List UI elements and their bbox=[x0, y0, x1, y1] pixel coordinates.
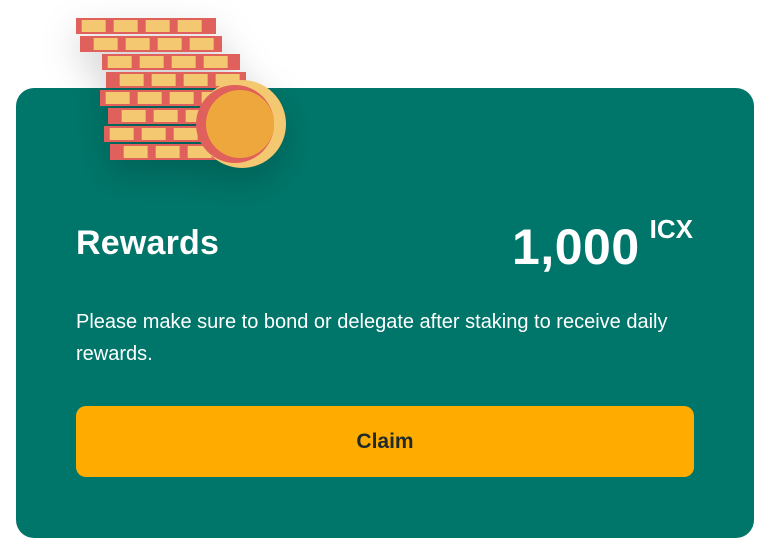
rewards-title: Rewards bbox=[76, 224, 220, 262]
reward-amount-value: 1,000 bbox=[512, 219, 640, 275]
reward-amount-unit: ICX bbox=[649, 214, 693, 244]
coin-stack-icon bbox=[76, 18, 286, 168]
claim-button[interactable]: Claim bbox=[76, 406, 694, 477]
rewards-description: Please make sure to bond or delegate aft… bbox=[76, 311, 668, 365]
reward-amount: 1,000 ICX bbox=[512, 214, 693, 276]
